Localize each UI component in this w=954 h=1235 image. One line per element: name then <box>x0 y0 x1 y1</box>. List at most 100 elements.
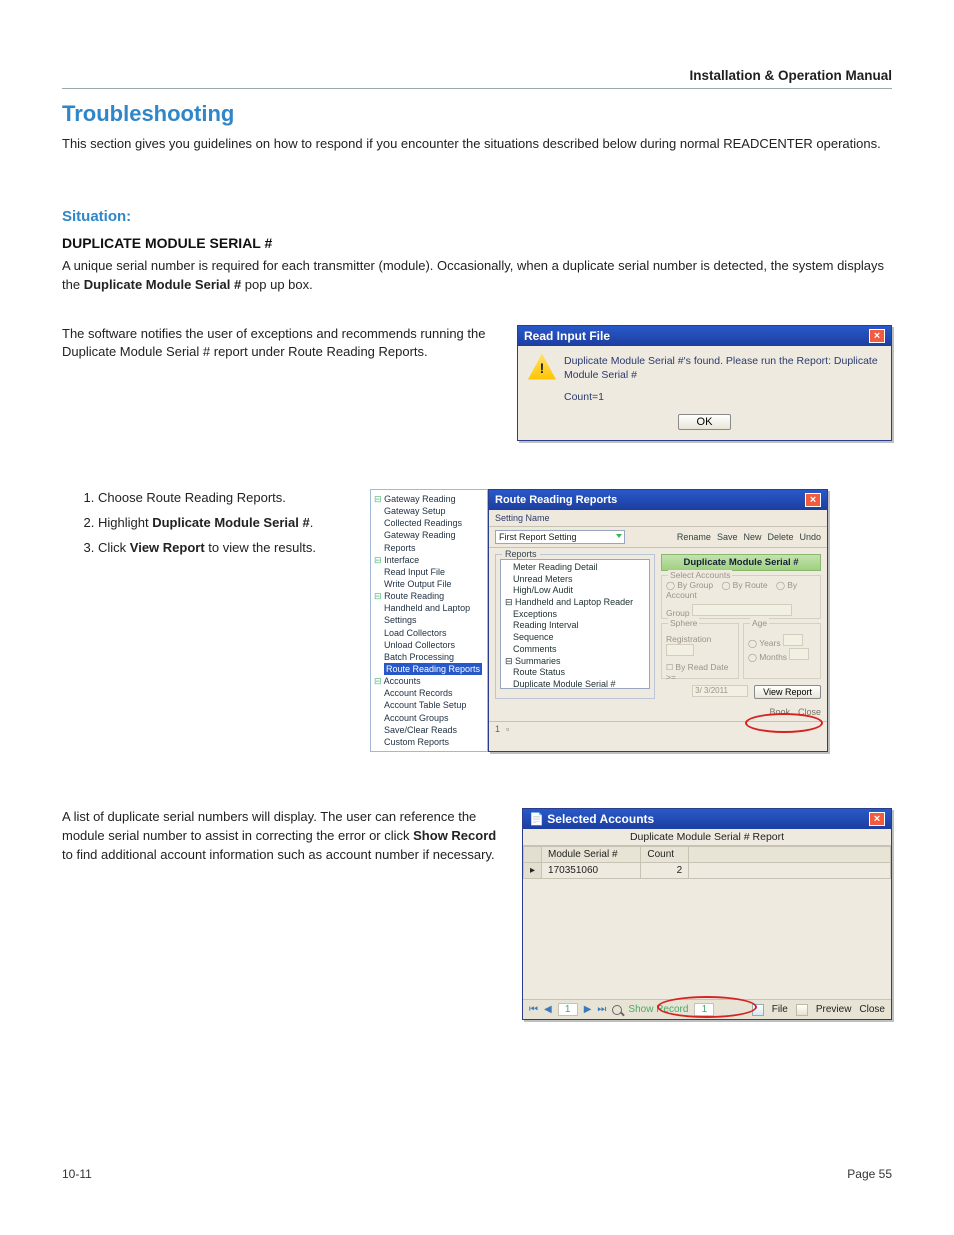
tree-account-table[interactable]: Account Table Setup <box>374 699 484 711</box>
header-rule <box>62 88 892 89</box>
close-icon[interactable]: × <box>869 812 885 826</box>
nav-first-icon[interactable]: ⏮ <box>529 1004 538 1015</box>
rename-button[interactable]: Rename <box>677 532 711 542</box>
registration-label: Registration <box>666 634 711 644</box>
list-item[interactable]: Reading Interval <box>505 620 647 632</box>
step2-a: Highlight <box>98 515 152 530</box>
delete-button[interactable]: Delete <box>767 532 793 542</box>
close-icon[interactable]: × <box>805 493 821 507</box>
config-header: Duplicate Module Serial # <box>661 554 821 571</box>
tree-gateway-reports[interactable]: Gateway Reading Reports <box>374 529 484 553</box>
tree-write-output[interactable]: Write Output File <box>374 578 484 590</box>
config-panel: Duplicate Module Serial # Select Account… <box>661 554 821 699</box>
close-button[interactable]: Close <box>859 1004 885 1015</box>
list-item[interactable]: Route Status <box>505 667 647 679</box>
file-button[interactable]: File <box>772 1004 788 1015</box>
col-blank <box>689 847 891 863</box>
ok-button[interactable]: OK <box>678 414 732 430</box>
setting-name-label: Setting Name <box>495 513 550 523</box>
years-radio: Years <box>748 638 781 648</box>
age-group: Age Years Months <box>743 623 821 679</box>
sphere-group: Sphere Registration By Read Date >= <box>661 623 739 679</box>
nav-last-icon[interactable]: ⏭ <box>597 1004 606 1015</box>
years-field <box>783 634 803 646</box>
show-record-button[interactable]: Show Record <box>628 1004 688 1015</box>
list-item[interactable]: Exceptions <box>505 609 647 621</box>
registration-dropdown <box>666 644 694 656</box>
step3-bold: View Report <box>130 540 205 555</box>
tree-gateway-reading[interactable]: Gateway Reading <box>384 494 456 504</box>
sphere-label: Sphere <box>668 618 699 628</box>
sa-table: Module Serial # Count ▸ 170351060 2 <box>523 846 891 879</box>
situation-label: Situation: <box>62 208 892 225</box>
tree-account-records[interactable]: Account Records <box>374 687 484 699</box>
tree-batch[interactable]: Batch Processing <box>374 651 484 663</box>
tree-handheld[interactable]: Handheld and Laptop Settings <box>374 602 484 626</box>
sa-titlebar: 📄 Selected Accounts × <box>523 809 891 829</box>
view-report-button[interactable]: View Report <box>754 685 821 699</box>
save-button[interactable]: Save <box>717 532 738 542</box>
new-button[interactable]: New <box>743 532 761 542</box>
close-icon[interactable]: × <box>869 329 885 343</box>
tree-load-collectors[interactable]: Load Collectors <box>374 627 484 639</box>
footer-page: Page 55 <box>847 1167 892 1181</box>
pager-number: 1 <box>495 724 500 734</box>
by-route-radio: By Route <box>721 580 767 590</box>
age-label: Age <box>750 618 769 628</box>
list-item[interactable]: Summaries <box>515 656 561 666</box>
tree-route-reading[interactable]: Route Reading <box>384 591 444 601</box>
p3-bold: Show Record <box>413 828 496 843</box>
tree-account-groups[interactable]: Account Groups <box>374 712 484 724</box>
page-title: Troubleshooting <box>62 101 892 127</box>
p3-b: to find additional account information s… <box>62 847 495 862</box>
tree-route-reading-reports[interactable]: Route Reading Reports <box>384 663 482 675</box>
list-item[interactable]: High/Low Audit <box>505 585 647 597</box>
group-label: Group <box>666 608 690 618</box>
sa-report-label: Duplicate Module Serial # Report <box>523 829 891 846</box>
tree-gateway-setup[interactable]: Gateway Setup <box>374 505 484 517</box>
p1-bold: Duplicate Module Serial # <box>84 277 242 292</box>
list-item[interactable]: Meter Reading Detail <box>505 562 647 574</box>
steps-list: Choose Route Reading Reports. Highlight … <box>70 489 352 558</box>
cell-blank <box>689 863 891 879</box>
dialog1-titlebar: Read Input File × <box>518 326 891 346</box>
col-count[interactable]: Count <box>641 847 689 863</box>
list-item[interactable]: Comments <box>505 644 647 656</box>
reports-group: Reports Meter Reading Detail Unread Mete… <box>495 554 655 699</box>
tree-collected-readings[interactable]: Collected Readings <box>374 517 484 529</box>
duplicate-paragraph: A unique serial number is required for e… <box>62 257 892 295</box>
setting-name-dropdown[interactable]: First Report Setting <box>495 530 625 544</box>
tree-unload-collectors[interactable]: Unload Collectors <box>374 639 484 651</box>
tree-interface[interactable]: Interface <box>384 555 419 565</box>
tree-read-input[interactable]: Read Input File <box>374 566 484 578</box>
tree-save-clear[interactable]: Save/Clear Reads <box>374 724 484 736</box>
list-item[interactable]: Handheld and Laptop Reader <box>515 597 633 607</box>
col-module-serial[interactable]: Module Serial # <box>542 847 641 863</box>
pager-icon: ▫ <box>506 724 509 734</box>
cell-serial[interactable]: 170351060 <box>542 863 641 879</box>
list-item[interactable]: Unread Meters <box>505 574 647 586</box>
book-button[interactable]: Book <box>769 707 790 717</box>
route-reading-reports-window: Route Reading Reports × Setting Name Fir… <box>488 489 828 752</box>
route-reading-figure: ⊟ Gateway Reading Gateway Setup Collecte… <box>370 489 828 752</box>
nav-prev-icon[interactable]: ◀ <box>544 1004 552 1015</box>
tree-custom-reports[interactable]: Custom Reports <box>374 736 484 748</box>
header-manual-title: Installation & Operation Manual <box>689 68 892 83</box>
undo-button[interactable]: Undo <box>799 532 821 542</box>
sa-footer: ⏮ ◀ 1 ▶ ⏭ Show Record 1 File Preview Clo… <box>523 999 891 1019</box>
list-item[interactable]: Sequence <box>505 632 647 644</box>
close-button[interactable]: Close <box>798 707 821 717</box>
nav-tree[interactable]: ⊟ Gateway Reading Gateway Setup Collecte… <box>370 489 488 752</box>
reports-list[interactable]: Meter Reading Detail Unread Meters High/… <box>500 559 650 689</box>
sa-title: Selected Accounts <box>547 812 654 826</box>
step3-a: Click <box>98 540 130 555</box>
nav-next-icon[interactable]: ▶ <box>584 1004 592 1015</box>
preview-button[interactable]: Preview <box>816 1004 852 1015</box>
months-field <box>789 648 809 660</box>
step2-bold: Duplicate Module Serial # <box>152 515 310 530</box>
tree-accounts[interactable]: Accounts <box>384 676 421 686</box>
rrr-toolbar: Setting Name <box>489 510 827 527</box>
list-item[interactable]: Duplicate Module Serial # <box>505 679 647 689</box>
dialog1-title: Read Input File <box>524 329 610 343</box>
search-icon[interactable] <box>612 1005 622 1015</box>
